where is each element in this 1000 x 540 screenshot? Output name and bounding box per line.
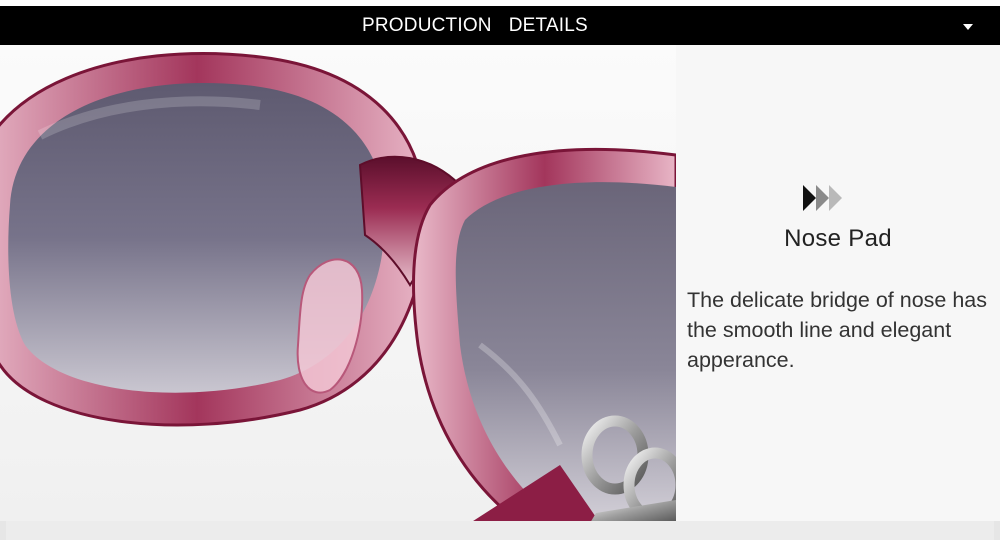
bottom-divider-inner <box>6 521 994 540</box>
header-bar: PRODUCTION DETAILS <box>0 6 1000 45</box>
caret-down-icon[interactable] <box>963 24 973 30</box>
feature-description: The delicate bridge of nose has the smoo… <box>687 288 988 372</box>
sunglasses-closeup-image <box>0 45 676 523</box>
title-part-1: PRODUCTION <box>362 15 492 36</box>
triple-arrow-right-icon <box>803 185 842 211</box>
feature-panel: Nose Pad The delicate bridge of nose has… <box>676 45 1000 523</box>
bottom-divider <box>0 521 1000 540</box>
product-photo <box>0 45 676 523</box>
page-title: PRODUCTION DETAILS <box>362 15 588 37</box>
title-part-2: DETAILS <box>508 15 588 36</box>
feature-title: Nose Pad <box>784 225 892 252</box>
